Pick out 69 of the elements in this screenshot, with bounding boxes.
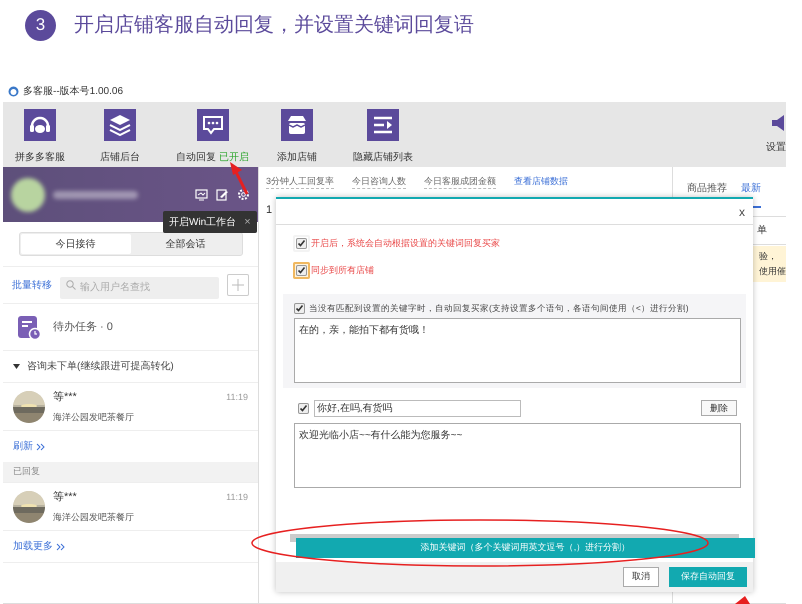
shop-name: 海洋公园发吧茶餐厅 xyxy=(53,410,135,424)
step-badge: 3 xyxy=(25,10,56,40)
fallback-label[interactable]: 当没有匹配到设置的关键字时，自动回复买家(支持设置多个语句，各语句间使用（<）进行分割) xyxy=(309,302,689,315)
close-icon[interactable]: × xyxy=(244,214,251,230)
annotation-arrow xyxy=(735,596,750,604)
conversation-item[interactable]: 等*** 海洋公园发吧茶餐厅 11:19 xyxy=(3,482,258,530)
session-tab[interactable]: 全部会话 xyxy=(130,234,240,254)
checkbox[interactable] xyxy=(298,402,309,414)
task-icon xyxy=(17,314,41,340)
store-icon[interactable] xyxy=(281,109,313,141)
edit-icon[interactable] xyxy=(216,188,229,200)
customer-name: 等*** xyxy=(53,390,78,405)
option-label[interactable]: 同步到所有店铺 xyxy=(311,264,374,278)
stat-value: 1 xyxy=(266,204,272,216)
double-chevron-icon[interactable] xyxy=(56,542,65,550)
order-label[interactable]: 单 xyxy=(757,223,767,238)
caret-icon[interactable] xyxy=(13,364,20,369)
window-title: 多客服--版本号1.00.06 xyxy=(23,84,124,98)
toolbar-label[interactable]: 拼多多客服 xyxy=(15,150,65,165)
toolbar-label[interactable]: 隐藏店铺列表 xyxy=(353,150,413,165)
shop-name: 海洋公园发吧茶餐厅 xyxy=(53,510,135,524)
speaker-icon[interactable] xyxy=(772,114,786,132)
conversation-item[interactable]: 等*** 海洋公园发吧茶餐厅 11:19 xyxy=(3,382,258,430)
group-header: 已回复 xyxy=(3,462,258,482)
keyword-field[interactable]: 你好,在吗,有货吗 xyxy=(314,400,521,417)
toolbar-label[interactable]: 设置 xyxy=(766,140,786,155)
more-link[interactable]: 加载更多 xyxy=(13,539,53,554)
toolbar-label[interactable]: 自动回复 xyxy=(176,150,216,165)
message-time: 11:19 xyxy=(226,391,248,404)
delete-button[interactable]: 删除 xyxy=(701,400,737,416)
notice-text: 使用催 xyxy=(759,265,786,278)
status-label: 已开启 xyxy=(219,150,249,165)
layers-icon[interactable] xyxy=(104,109,136,141)
annotation-arrow xyxy=(230,162,248,195)
avatar xyxy=(11,178,45,212)
tooltip-text: 开启Win工作台 xyxy=(169,216,236,230)
monitor-icon[interactable] xyxy=(195,188,208,200)
chat-icon[interactable] xyxy=(196,109,228,141)
toolbar-label[interactable]: 添加店铺 xyxy=(277,150,317,165)
message-time: 11:19 xyxy=(226,491,248,504)
more-link[interactable]: 刷新 xyxy=(13,439,33,454)
app-logo-icon xyxy=(8,86,19,96)
cancel-button[interactable]: 取消 xyxy=(623,567,659,587)
checkbox[interactable] xyxy=(294,302,305,314)
todo-label[interactable]: 待办任务 · 0 xyxy=(53,318,113,336)
list-icon[interactable] xyxy=(367,109,399,141)
group-title[interactable]: 咨询未下单(继续跟进可提高转化) xyxy=(27,359,174,374)
stat-label: 今日客服成团金额 xyxy=(424,174,496,190)
stat-label: 今日咨询人数 xyxy=(352,174,406,190)
reply-textarea[interactable]: 欢迎光临小店~~有什么能为您服务~~ xyxy=(294,422,741,488)
settings-icon[interactable] xyxy=(237,188,250,201)
search-field[interactable]: 输入用户名查找 xyxy=(60,276,219,298)
store-data-link[interactable]: 查看店铺数据 xyxy=(514,175,568,189)
toolbar-label[interactable]: 店铺后台 xyxy=(100,150,140,165)
batch-transfer-link[interactable]: 批量转移 xyxy=(12,278,52,292)
checkbox[interactable] xyxy=(296,265,307,276)
double-chevron-icon[interactable] xyxy=(36,442,45,450)
option-label[interactable]: 开启后，系统会自动根据设置的关键词回复买家 xyxy=(311,236,500,250)
stat-label: 3分钟人工回复率 xyxy=(266,174,334,190)
checkbox[interactable] xyxy=(296,238,307,249)
tutorial-title: 开启店铺客服自动回复，并设置关键词回复语 xyxy=(74,13,474,38)
headset-icon[interactable] xyxy=(24,109,56,141)
session-tab[interactable]: 今日接待 xyxy=(20,234,130,254)
customer-name: 等*** xyxy=(53,490,78,505)
search-icon xyxy=(66,280,76,290)
plus-icon xyxy=(232,279,244,291)
notice-text: 验， xyxy=(759,250,778,263)
panel-tab[interactable]: 商品推荐 xyxy=(687,181,727,196)
reply-textarea[interactable]: 在的，亲，能拍下都有货哦！ xyxy=(294,318,741,383)
